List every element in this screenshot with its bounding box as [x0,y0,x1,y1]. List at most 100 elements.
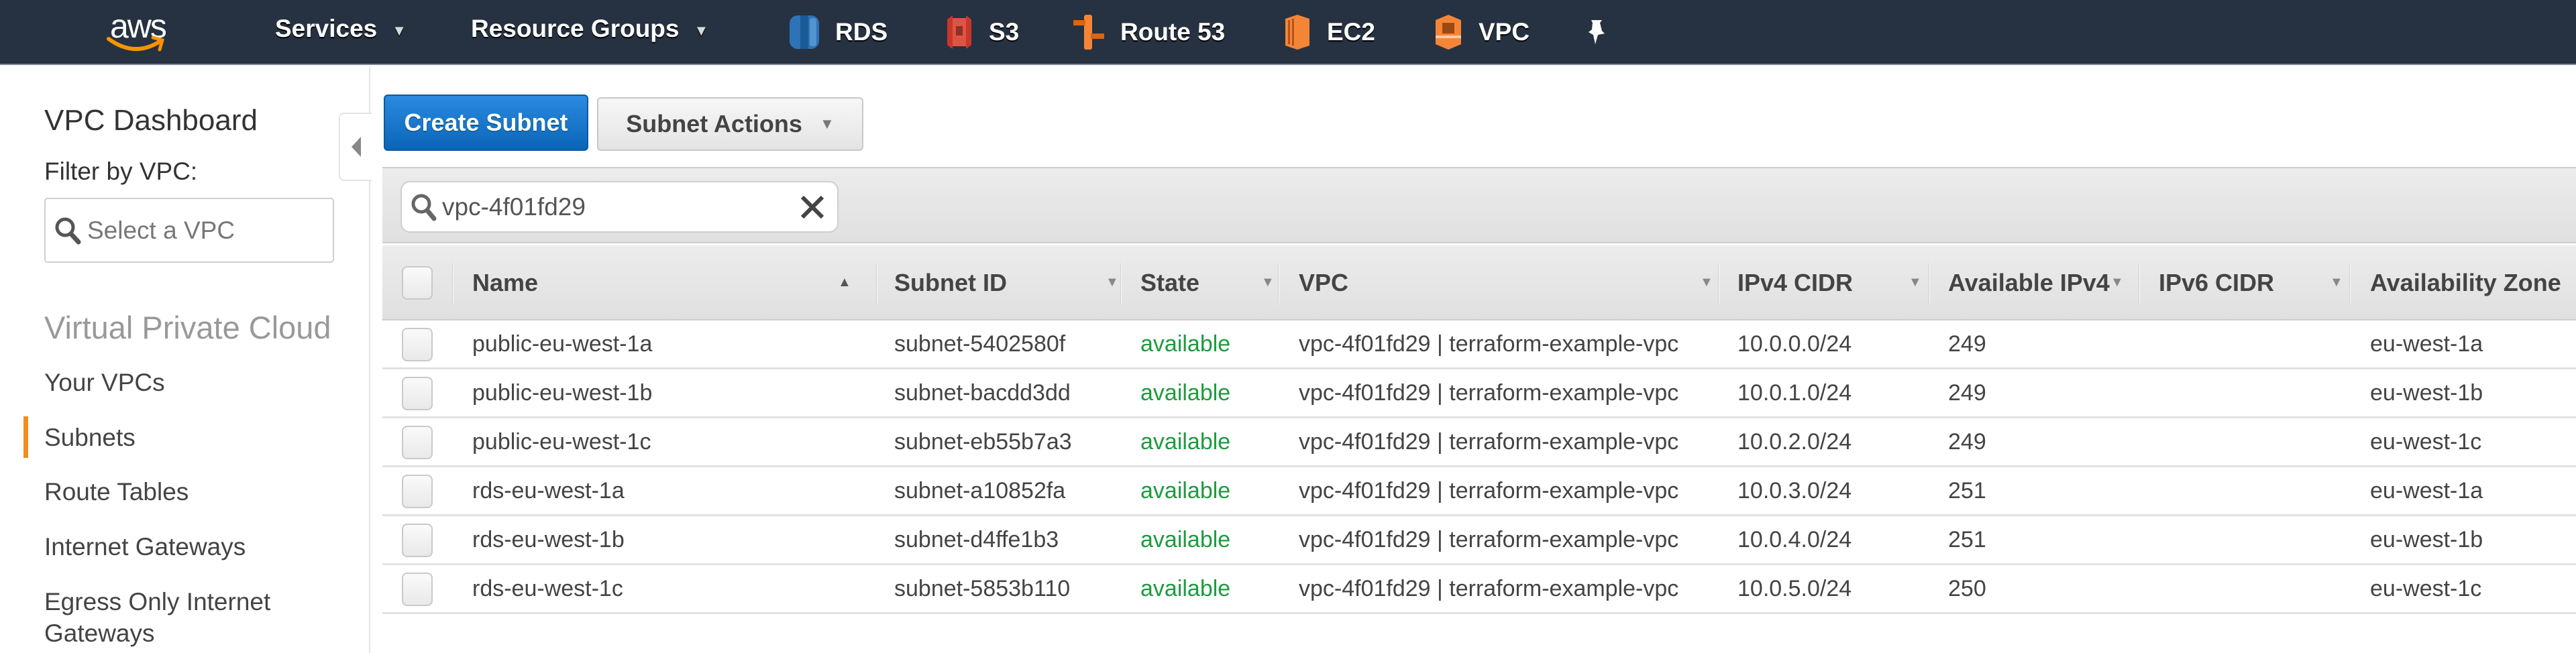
column-divider[interactable] [876,263,877,304]
search-input[interactable] [442,192,791,221]
sidebar-item-subnets[interactable]: Subnets [23,416,360,458]
column-header-ipv6-cidr[interactable]: IPv6 CIDR ▼ [2159,245,2360,320]
table-header: Name ▲ Subnet ID ▼ State ▼ VPC ▼ IPv4 CI… [382,245,2576,320]
column-divider[interactable] [1120,263,1122,304]
row-checkbox[interactable] [402,524,433,557]
column-header-state[interactable]: State ▼ [1140,245,1285,320]
sidebar-item-egress-only-internet-gateways[interactable]: Egress Only Internet Gateways [44,586,313,649]
cell-availability-zone: eu-west-1c [2370,428,2482,455]
ec2-icon [1285,15,1309,50]
column-divider[interactable] [2139,263,2140,304]
sort-icon: ▼ [2110,275,2124,290]
shortcut-label: RDS [835,18,888,46]
shortcut-s3[interactable]: S3 [945,13,1019,51]
aws-smile-icon [107,36,165,52]
table-row[interactable]: public-eu-west-1b subnet-bacdd3dd availa… [382,369,2576,418]
sidebar-item-route-tables[interactable]: Route Tables [44,476,360,508]
resource-groups-label: Resource Groups [471,15,680,42]
cell-vpc: vpc-4f01fd29 | terraform-example-vpc [1299,526,1679,552]
sidebar-item-internet-gateways[interactable]: Internet Gateways [44,531,360,562]
sort-icon: ▼ [1909,275,1922,290]
sort-icon: ▼ [2330,275,2343,290]
resource-groups-menu[interactable]: Resource Groups ▼ [471,15,708,43]
search-icon [55,217,81,244]
row-checkbox[interactable] [402,377,433,410]
column-divider[interactable] [1718,263,1719,304]
column-header-subnet-id[interactable]: Subnet ID ▼ [894,245,1136,320]
pin-button[interactable] [1586,13,1609,51]
cell-name: rds-eu-west-1a [472,477,625,503]
row-checkbox[interactable] [402,475,433,508]
cell-subnet-id: subnet-5402580f [894,331,1066,357]
table-body: public-eu-west-1a subnet-5402580f availa… [382,320,2576,614]
rds-icon [790,15,819,49]
cell-available-ipv4: 251 [1948,526,1986,552]
route53-icon [1073,15,1104,50]
chevron-down-icon: ▼ [694,22,709,39]
subnet-actions-label: Subnet Actions [626,110,802,137]
create-subnet-button[interactable]: Create Subnet [384,95,588,151]
table-row[interactable]: rds-eu-west-1b subnet-d4ffe1b3 available… [382,516,2576,565]
cell-vpc: vpc-4f01fd29 | terraform-example-vpc [1299,379,1679,406]
column-header-availability-zone[interactable]: Availability Zone [2370,245,2576,320]
sidebar-section-title: Virtual Private Cloud [44,310,331,345]
select-all-checkbox[interactable] [402,266,433,300]
cell-subnet-id: subnet-bacdd3dd [894,379,1071,406]
column-divider[interactable] [2349,263,2351,304]
cell-subnet-id: subnet-eb55b7a3 [894,428,1072,455]
column-header-name[interactable]: Name ▲ [472,245,868,320]
vpc-filter-placeholder: Select a VPC [87,216,235,244]
table-row[interactable]: rds-eu-west-1a subnet-a10852fa available… [382,467,2576,516]
cell-available-ipv4: 249 [1948,331,1986,357]
subnet-actions-button[interactable]: Subnet Actions ▼ [597,97,863,151]
sidebar-title[interactable]: VPC Dashboard [44,104,258,137]
sidebar-item-your-vpcs[interactable]: Your VPCs [44,367,360,398]
shortcut-rds[interactable]: RDS [788,13,888,51]
search-icon [411,194,437,221]
cell-state: available [1140,575,1231,601]
clear-search-icon[interactable] [797,192,828,223]
cell-availability-zone: eu-west-1b [2370,526,2483,552]
cell-availability-zone: eu-west-1a [2370,331,2483,357]
cell-state: available [1140,428,1231,455]
column-divider[interactable] [1929,263,1930,304]
cell-vpc: vpc-4f01fd29 | terraform-example-vpc [1299,575,1679,601]
filter-bar [382,167,2576,243]
aws-logo[interactable]: aws [106,7,180,54]
cell-ipv4-cidr: 10.0.5.0/24 [1737,575,1852,601]
column-divider[interactable] [1278,263,1279,304]
column-header-available-ipv4[interactable]: Available IPv4 Addresses ▼ [1948,245,2136,320]
subnets-table: Name ▲ Subnet ID ▼ State ▼ VPC ▼ IPv4 CI… [382,245,2576,614]
cell-availability-zone: eu-west-1c [2370,575,2482,601]
filter-by-vpc-label: Filter by VPC: [44,158,198,185]
services-label: Services [275,15,378,42]
table-row[interactable]: public-eu-west-1a subnet-5402580f availa… [382,320,2576,369]
search-box [400,181,839,233]
row-checkbox[interactable] [402,328,433,361]
row-checkbox[interactable] [402,573,433,606]
shortcut-label: Route 53 [1120,18,1226,46]
shortcut-route53[interactable]: Route 53 [1072,13,1225,51]
cell-state: available [1140,331,1231,357]
vpc-icon [1436,15,1461,50]
table-row[interactable]: public-eu-west-1c subnet-eb55b7a3 availa… [382,418,2576,467]
table-row[interactable]: rds-eu-west-1c subnet-5853b110 available… [382,565,2576,614]
cell-name: public-eu-west-1b [472,379,653,406]
cell-ipv4-cidr: 10.0.0.0/24 [1737,331,1852,357]
vpc-filter-select[interactable]: Select a VPC [44,198,334,263]
column-header-ipv4-cidr[interactable]: IPv4 CIDR ▼ [1737,245,1939,320]
sort-icon: ▼ [1106,275,1119,290]
chevron-down-icon: ▼ [392,22,407,39]
shortcut-vpc[interactable]: VPC [1433,13,1529,51]
collapse-sidebar-button[interactable] [339,113,372,181]
cell-vpc: vpc-4f01fd29 | terraform-example-vpc [1299,331,1679,357]
cell-ipv4-cidr: 10.0.3.0/24 [1737,477,1852,503]
services-menu[interactable]: Services ▼ [275,15,407,43]
row-checkbox[interactable] [402,426,433,459]
shortcut-ec2[interactable]: EC2 [1283,13,1375,51]
cell-state: available [1140,379,1231,406]
s3-icon [947,15,971,49]
cell-state: available [1140,526,1231,552]
cell-subnet-id: subnet-a10852fa [894,477,1066,503]
column-header-vpc[interactable]: VPC ▼ [1299,245,1728,320]
